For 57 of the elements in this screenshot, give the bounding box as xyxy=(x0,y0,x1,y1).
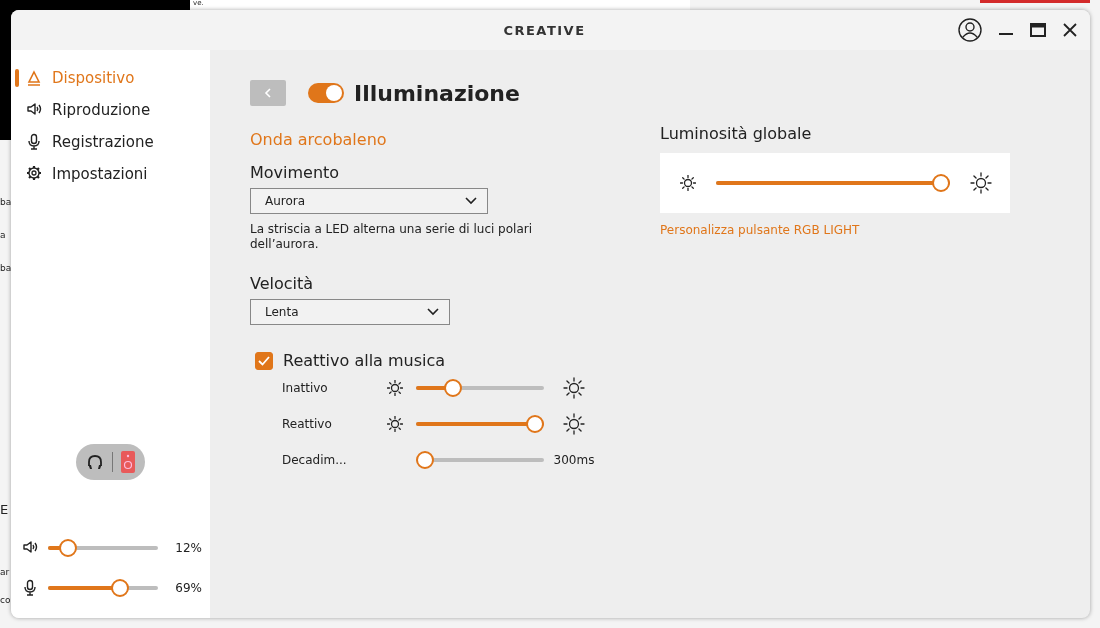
bright-sun-icon xyxy=(563,413,585,435)
account-icon[interactable] xyxy=(958,18,982,42)
global-brightness-slider[interactable] xyxy=(716,174,950,192)
slider-thumb[interactable] xyxy=(111,579,130,597)
background-text: a xyxy=(0,230,6,240)
background-text: ar xyxy=(0,567,10,577)
slider-thumb[interactable] xyxy=(59,539,78,557)
speaker-box-icon[interactable] xyxy=(121,451,135,473)
maximize-icon[interactable] xyxy=(1030,22,1046,38)
chevron-down-icon xyxy=(427,308,439,316)
microphone-icon xyxy=(26,133,42,151)
checkbox-label: Reattivo alla musica xyxy=(283,351,446,370)
dim-sun-icon xyxy=(387,380,403,396)
bright-sun-icon xyxy=(970,172,992,194)
close-icon[interactable] xyxy=(1062,22,1078,38)
section-label: Luminosità globale xyxy=(660,124,812,143)
sidebar-item[interactable]: Riproduzione xyxy=(11,94,210,126)
slider-thumb[interactable] xyxy=(526,415,544,433)
volume-reading: 12% xyxy=(174,541,202,555)
slider-label: Inattivo xyxy=(282,381,329,395)
field-label: Velocità xyxy=(250,274,314,293)
effect-name: Onda arcobaleno xyxy=(250,130,387,149)
dropdown[interactable]: Aurora xyxy=(250,188,488,214)
microphone-volume-slider[interactable] xyxy=(48,579,158,597)
brightness-slider[interactable] xyxy=(416,415,544,433)
description-text: La striscia a LED alterna una serie di luci polari dell’aurora. xyxy=(250,222,534,252)
background-text: E xyxy=(0,503,9,517)
slider-label: Decadim... xyxy=(282,453,348,467)
checkbox[interactable] xyxy=(255,351,273,370)
slider-label: Reattivo xyxy=(282,417,333,431)
background-text: ba xyxy=(0,197,12,207)
sidebar-item[interactable]: Impostazioni xyxy=(11,158,210,190)
headphones-icon[interactable] xyxy=(86,453,104,471)
background-text: ba xyxy=(0,263,12,273)
output-switch[interactable] xyxy=(76,444,145,480)
volume-reading: 69% xyxy=(174,581,202,595)
slider-thumb[interactable] xyxy=(443,379,462,397)
sidebar-item[interactable]: Registrazione xyxy=(11,126,210,158)
microphone-icon xyxy=(22,579,38,597)
page-title: Illuminazione xyxy=(354,80,520,106)
slider-thumb[interactable] xyxy=(932,174,950,192)
lighting-toggle[interactable] xyxy=(308,83,344,103)
decay-slider[interactable] xyxy=(416,451,544,469)
chevron-down-icon xyxy=(465,197,477,205)
logo: CREATIVE xyxy=(503,22,586,38)
triangle-icon xyxy=(26,69,42,87)
background-text: co xyxy=(0,595,11,605)
settings-icon xyxy=(26,165,42,183)
slider-reading: 300ms xyxy=(553,453,595,467)
dim-sun-icon xyxy=(387,416,403,432)
bright-sun-icon xyxy=(563,377,585,399)
volume-slider[interactable] xyxy=(48,539,158,557)
field-label: Movimento xyxy=(250,163,340,182)
dropdown[interactable]: Lenta xyxy=(250,299,450,325)
brightness-slider[interactable] xyxy=(416,379,544,397)
slider-thumb[interactable] xyxy=(416,451,434,469)
dim-sun-icon xyxy=(680,175,696,191)
